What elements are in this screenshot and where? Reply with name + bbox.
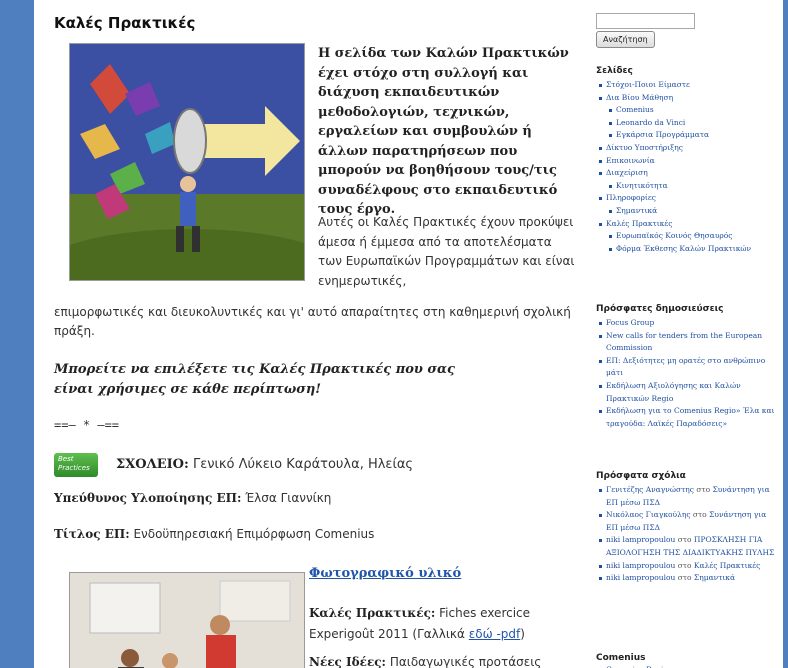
project-title-line: Τίτλος ΕΠ: Ενδοϋπηρεσιακή Επιμόρφωση Com…: [54, 527, 374, 541]
classroom-photo: [69, 572, 305, 668]
project-title-value: Ενδοϋπηρεσιακή Επιμόρφωση Comenius: [133, 527, 375, 541]
sidebar-page-link[interactable]: Δια Βίου Μάθηση: [596, 92, 776, 105]
responsible-line: Υπεύθυνος Υλοποίησης ΕΠ: Έλσα Γιαννίκη: [54, 491, 331, 505]
best-practice-badge: Best Practices: [54, 453, 98, 477]
recent-post-link[interactable]: ΕΠ: Δεξιότητες μη ορατές στο ανθρώπινο μ…: [596, 355, 776, 380]
comment-post-link[interactable]: Καλές Πρακτικές: [694, 561, 760, 570]
comment-separator: στο: [675, 535, 694, 545]
page-title: Καλές Πρακτικές: [54, 14, 196, 32]
recent-posts-heading: Πρόσφατες δημοσιεύσεις: [596, 304, 724, 314]
choose-practices-note: Μπορείτε να επιλέξετε τις Καλές Πρακτικέ…: [54, 362, 455, 397]
comment-separator: στο: [675, 560, 694, 570]
photo-material-link[interactable]: Φωτογραφικό υλικό: [309, 566, 461, 581]
comment-separator: στο: [675, 573, 694, 583]
recent-comment-item: niki lampropoulou στο Σημαντικά: [596, 572, 776, 585]
sidebar-page-link[interactable]: Σημαντικά: [596, 205, 776, 218]
comenius-list: Comenius Regio: [596, 664, 776, 668]
pdf-link[interactable]: εδώ -pdf: [469, 627, 520, 641]
good-practices-close: ): [520, 627, 525, 641]
pages-list: Στόχοι-Ποιοι Είμαστε Δια Βίου Μάθηση Comen…: [596, 79, 776, 255]
recent-comment-item: niki lampropoulou στο Καλές Πρακτικές: [596, 560, 776, 573]
comment-author[interactable]: Γενιτέζης Αναγνώστης: [606, 485, 694, 494]
recent-posts-list: Focus Group New calls for tenders from th…: [596, 317, 776, 430]
good-practices-line: Καλές Πρακτικές: Fiches exercice Experig…: [309, 603, 564, 645]
recent-comments-heading: Πρόσφατα σχόλια: [596, 471, 686, 481]
project-title-label: Τίτλος ΕΠ:: [54, 527, 130, 541]
comenius-link[interactable]: Comenius Regio: [596, 664, 776, 668]
best-practices-image: [69, 43, 305, 281]
sidebar-page-link[interactable]: Δίκτυο Υποστήριξης: [596, 142, 776, 155]
separator: ==– * –==: [54, 418, 120, 432]
comment-author[interactable]: niki lampropoulou: [606, 573, 675, 582]
comenius-heading: Comenius: [596, 653, 646, 663]
sidebar-page-link[interactable]: Φόρμα Έκθεσης Καλών Πρακτικών: [596, 243, 776, 256]
recent-comment-item: Νικόλαος Γιαγκούλης στο Συνάντηση για ΕΠ…: [596, 509, 776, 534]
school-value: Γενικό Λύκειο Καράτουλα, Ηλείας: [192, 457, 414, 472]
comment-author[interactable]: niki lampropoulou: [606, 535, 675, 544]
intro-text-continued: επιμορφωτικές και διευκολυντικές και γι'…: [54, 305, 571, 338]
recent-post-link[interactable]: Εκδήλωση Αξιολόγησης και Καλών Πρακτικών…: [596, 380, 776, 405]
intro-bold-text: Η σελίδα των Καλών Πρακτικών έχει στόχο …: [318, 46, 569, 217]
sidebar-page-link[interactable]: Καλές Πρακτικές: [596, 218, 776, 231]
recent-comments-list: Γενιτέζης Αναγνώστης στο Συνάντηση για Ε…: [596, 484, 776, 585]
sidebar: Αναζήτηση Σελίδες Στόχοι-Ποιοι Είμαστε Δι…: [596, 0, 781, 668]
sidebar-page-link[interactable]: Στόχοι-Ποιοι Είμαστε: [596, 79, 776, 92]
recent-post-link[interactable]: New calls for tenders from the European …: [596, 330, 776, 355]
sidebar-page-link[interactable]: Comenius: [596, 104, 776, 117]
recent-post-link[interactable]: Focus Group: [596, 317, 776, 330]
search-input[interactable]: [596, 13, 695, 29]
new-ideas-line: Νέες Ιδέες: Παιδαγωγικές προτάσεις: [309, 655, 541, 668]
sidebar-page-link[interactable]: Πληροφορίες: [596, 192, 776, 205]
main-content: Καλές Πρακτικές Η σελίδα των Καλών Πρακτ…: [51, 0, 574, 668]
comment-author[interactable]: Νικόλαος Γιαγκούλης: [606, 510, 691, 519]
page-container: Καλές Πρακτικές Η σελίδα των Καλών Πρακτ…: [34, 0, 783, 668]
recent-post-link[interactable]: Εκδήλωση για το Comenius Regio» Έλα και …: [596, 405, 776, 430]
sidebar-page-link[interactable]: Εγκάρσια Προγράμματα: [596, 129, 776, 142]
sidebar-page-link[interactable]: Ευρωπαϊκός Κοινός Θησαυρός: [596, 230, 776, 243]
responsible-value: Έλσα Γιαννίκη: [245, 491, 332, 505]
school-label: ΣΧΟΛΕΙΟ:: [116, 457, 189, 472]
sidebar-page-link[interactable]: Διαχείριση: [596, 167, 776, 180]
pages-heading: Σελίδες: [596, 66, 633, 76]
new-ideas-label: Νέες Ιδέες:: [309, 655, 386, 668]
sidebar-page-link[interactable]: Leonardo da Vinci: [596, 117, 776, 130]
sidebar-page-link[interactable]: Επικοινωνία: [596, 155, 776, 168]
comment-post-link[interactable]: Σημαντικά: [694, 573, 735, 582]
sidebar-page-link[interactable]: Κινητικότητα: [596, 180, 776, 193]
comment-separator: στο: [690, 510, 710, 520]
responsible-label: Υπεύθυνος Υλοποίησης ΕΠ:: [54, 491, 242, 505]
school-line: ΣΧΟΛΕΙΟ: Γενικό Λύκειο Καράτουλα, Ηλείας: [116, 457, 413, 472]
recent-comment-item: niki lampropoulou στο ΠΡΟΣΚΛΗΣΗ ΓΙΑ ΑΞΙΟ…: [596, 534, 776, 559]
search-button[interactable]: Αναζήτηση: [596, 31, 655, 48]
good-practices-label: Καλές Πρακτικές:: [309, 606, 436, 620]
comment-separator: στο: [693, 485, 713, 494]
new-ideas-value: Παιδαγωγικές προτάσεις: [389, 655, 542, 668]
comment-author[interactable]: niki lampropoulou: [606, 561, 675, 570]
recent-comment-item: Γενιτέζης Αναγνώστης στο Συνάντηση για Ε…: [596, 484, 776, 509]
intro-text: Αυτές οι Καλές Πρακτικές έχουν προκύψει …: [318, 215, 575, 288]
